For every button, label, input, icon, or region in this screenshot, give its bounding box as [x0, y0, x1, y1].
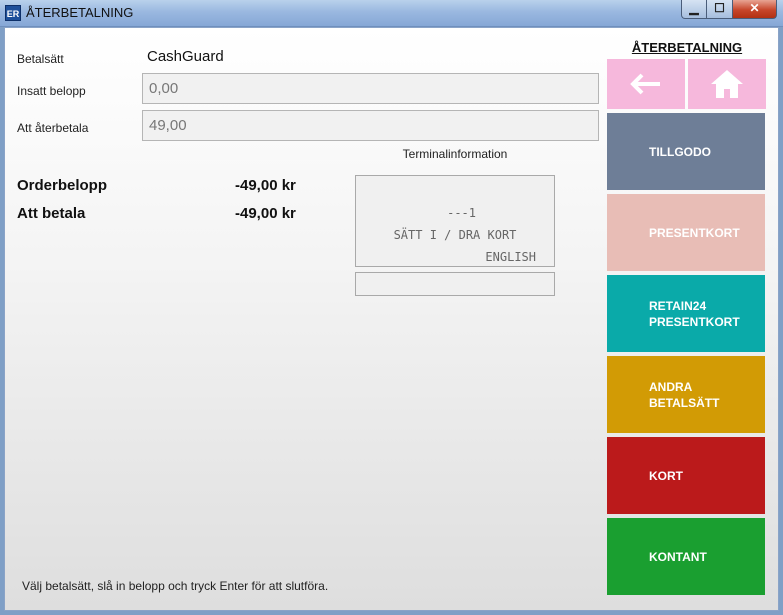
panel-title: ÅTERBETALNING: [631, 40, 743, 55]
home-button[interactable]: [688, 59, 766, 109]
terminal-line: ---1: [447, 206, 476, 220]
home-icon: [711, 70, 743, 98]
arrow-left-icon: [630, 73, 660, 95]
button-label: KORT: [649, 468, 683, 483]
order-amount-label: Orderbelopp: [17, 177, 108, 194]
instruction-text: Välj betalsätt, slå in belopp och tryck …: [22, 579, 329, 593]
cash-button[interactable]: KONTANT: [607, 518, 765, 595]
terminal-line: SÄTT I / DRA KORT: [393, 228, 517, 242]
close-button[interactable]: ✕: [733, 0, 777, 19]
window-title: ÅTERBETALNING: [26, 5, 134, 20]
inserted-amount-label: Insatt belopp: [17, 84, 86, 98]
inserted-amount-input[interactable]: 0,00: [142, 73, 599, 104]
app-icon: ER: [5, 5, 21, 21]
refund-amount-label: Att återbetala: [17, 121, 89, 135]
window-controls: ▁ ☐ ✕: [681, 0, 777, 19]
method-value: CashGuard: [147, 48, 224, 65]
card-button[interactable]: KORT: [607, 437, 765, 514]
refund-amount-input[interactable]: 49,00: [142, 110, 599, 141]
other-payment-methods-button[interactable]: ANDRA BETALSÄTT: [607, 356, 765, 433]
button-label: TILLGODO: [649, 144, 711, 159]
button-label: RETAIN24 PRESENTKORT: [649, 298, 740, 329]
to-pay-value: -49,00 kr: [235, 205, 296, 222]
minimize-button[interactable]: ▁: [681, 0, 707, 19]
back-button[interactable]: [607, 59, 685, 109]
terminal-display: ---1 SÄTT I / DRA KORT ENGLISH: [355, 175, 555, 267]
terminal-info-title: Terminalinformation: [402, 147, 508, 161]
button-label: PRESENTKORT: [649, 225, 740, 240]
to-pay-label: Att betala: [17, 205, 86, 222]
dialog-client-area: Betalsätt CashGuard Insatt belopp 0,00 A…: [4, 27, 779, 611]
terminal-input[interactable]: [355, 272, 555, 296]
title-bar: ER ÅTERBETALNING ▁ ☐ ✕: [0, 0, 783, 27]
maximize-button[interactable]: ☐: [707, 0, 733, 19]
method-label: Betalsätt: [17, 52, 64, 66]
button-label: ANDRA BETALSÄTT: [649, 379, 720, 410]
store-credit-button[interactable]: TILLGODO: [607, 113, 765, 190]
button-label: KONTANT: [649, 549, 707, 564]
retain24-gift-card-button[interactable]: RETAIN24 PRESENTKORT: [607, 275, 765, 352]
gift-card-button[interactable]: PRESENTKORT: [607, 194, 765, 271]
order-amount-value: -49,00 kr: [235, 177, 296, 194]
terminal-line: ENGLISH: [485, 250, 536, 264]
